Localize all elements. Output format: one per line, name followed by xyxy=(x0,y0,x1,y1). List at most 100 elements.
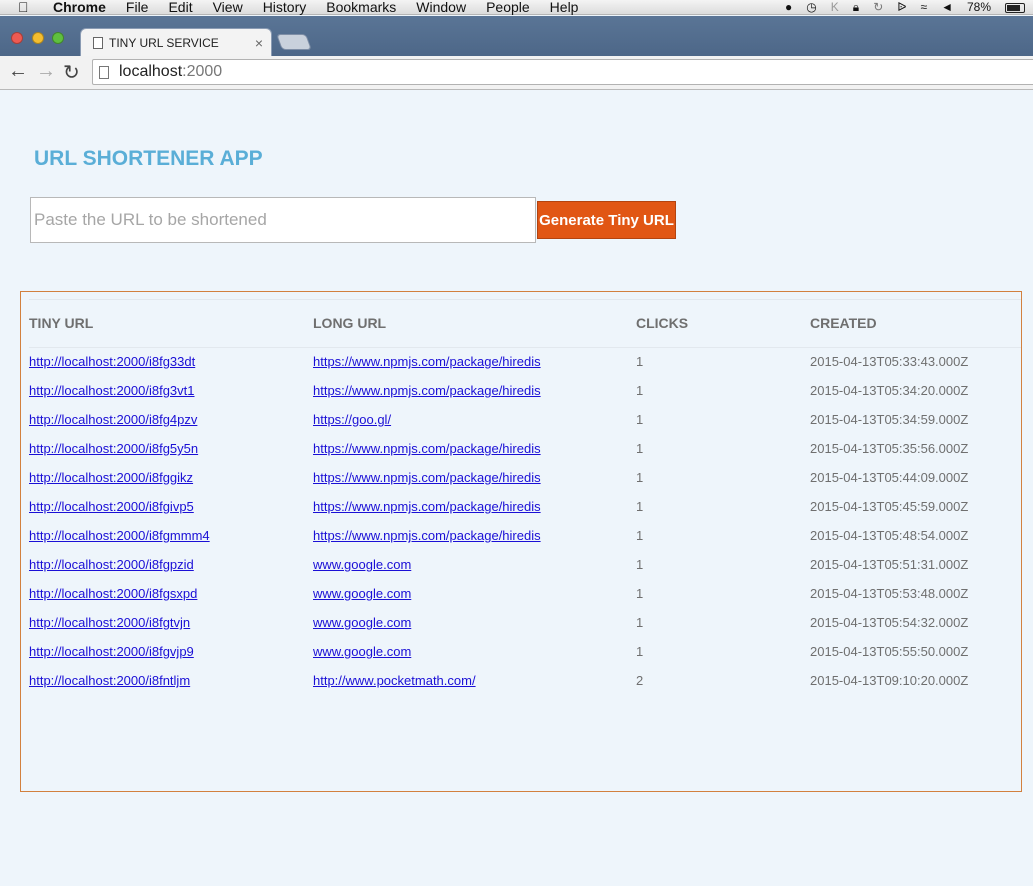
tiny-url-link[interactable]: http://localhost:2000/i8fgpzid xyxy=(29,557,194,572)
tiny-url-cell: http://localhost:2000/i8fgtvjn xyxy=(29,615,190,631)
url-input[interactable] xyxy=(30,197,536,243)
tiny-url-cell: http://localhost:2000/i8fg4pzv xyxy=(29,412,197,428)
tiny-url-cell: http://localhost:2000/i8fgmmm4 xyxy=(29,528,210,544)
created-cell: 2015-04-13T05:34:20.000Z xyxy=(810,383,969,398)
clicks-cell: 1 xyxy=(636,644,644,659)
clicks-cell: 1 xyxy=(636,412,644,427)
long-url-cell: https://www.npmjs.com/package/hiredis xyxy=(313,528,541,544)
long-url-link[interactable]: https://www.npmjs.com/package/hiredis xyxy=(313,383,541,398)
tiny-url-link[interactable]: http://localhost:2000/i8fgmmm4 xyxy=(29,528,210,543)
incognito-icon[interactable]: ● xyxy=(785,0,792,15)
tiny-url-cell: http://localhost:2000/i8fggikz xyxy=(29,470,193,486)
long-url-cell: https://www.npmjs.com/package/hiredis xyxy=(313,470,541,486)
volume-icon[interactable]: ◄ xyxy=(941,0,953,15)
address-bar[interactable]: localhost:2000 xyxy=(92,59,1033,85)
tiny-url-cell: http://localhost:2000/i8fgivp5 xyxy=(29,499,194,515)
page-title: URL SHORTENER APP xyxy=(34,147,263,170)
minimize-window-button[interactable] xyxy=(32,32,44,44)
long-url-cell: www.google.com xyxy=(313,615,411,631)
created-cell: 2015-04-13T05:33:43.000Z xyxy=(810,354,969,369)
menu-history[interactable]: History xyxy=(263,0,307,15)
url-port: :2000 xyxy=(182,63,223,80)
k-icon[interactable]: K xyxy=(831,0,839,15)
tiny-url-cell: http://localhost:2000/i8fgsxpd xyxy=(29,586,197,602)
tiny-url-link[interactable]: http://localhost:2000/i8fgvjp9 xyxy=(29,644,194,659)
long-url-link[interactable]: https://www.npmjs.com/package/hiredis xyxy=(313,528,541,543)
bluetooth-icon[interactable]: ᐉ xyxy=(897,0,906,15)
table-row: http://localhost:2000/i8fgtvjn www.google… xyxy=(21,615,1021,644)
tab-strip: TINY URL SERVICE × xyxy=(0,16,1033,57)
clicks-cell: 1 xyxy=(636,557,644,572)
tiny-url-cell: http://localhost:2000/i8fg3vt1 xyxy=(29,383,195,399)
generate-tiny-url-button[interactable]: Generate Tiny URL xyxy=(537,201,676,239)
tab-title: TINY URL SERVICE xyxy=(109,36,219,50)
browser-toolbar: ← → ↻ localhost:2000 xyxy=(0,56,1033,90)
tiny-url-link[interactable]: http://localhost:2000/i8fntljm xyxy=(29,673,190,688)
tiny-url-cell: http://localhost:2000/i8fntljm xyxy=(29,673,190,689)
clock-icon[interactable]: ◷ xyxy=(806,0,816,15)
new-tab-button[interactable] xyxy=(276,34,312,50)
tiny-url-link[interactable]: http://localhost:2000/i8fg3vt1 xyxy=(29,383,195,398)
menu-help[interactable]: Help xyxy=(550,0,579,15)
menu-bookmarks[interactable]: Bookmarks xyxy=(326,0,396,15)
time-machine-icon[interactable]: ↻ xyxy=(873,0,883,15)
tiny-url-link[interactable]: http://localhost:2000/i8fg33dt xyxy=(29,354,195,369)
long-url-link[interactable]: https://goo.gl/ xyxy=(313,412,391,427)
long-url-cell: https://goo.gl/ xyxy=(313,412,391,428)
long-url-link[interactable]: www.google.com xyxy=(313,557,411,572)
menu-view[interactable]: View xyxy=(213,0,243,15)
long-url-link[interactable]: www.google.com xyxy=(313,615,411,630)
long-url-cell: http://www.pocketmath.com/ xyxy=(313,673,476,689)
zoom-window-button[interactable] xyxy=(52,32,64,44)
battery-icon[interactable] xyxy=(1005,2,1025,13)
tiny-url-link[interactable]: http://localhost:2000/i8fg4pzv xyxy=(29,412,197,427)
menu-app-name[interactable]: Chrome xyxy=(53,0,106,15)
column-header-tiny-url: TINY URL xyxy=(29,315,94,331)
long-url-link[interactable]: https://www.npmjs.com/package/hiredis xyxy=(313,441,541,456)
long-url-link[interactable]: https://www.npmjs.com/package/hiredis xyxy=(313,354,541,369)
long-url-link[interactable]: https://www.npmjs.com/package/hiredis xyxy=(313,470,541,485)
menu-people[interactable]: People xyxy=(486,0,530,15)
apple-icon[interactable]:  xyxy=(18,0,38,15)
back-arrow-icon[interactable]: ← xyxy=(8,60,28,83)
tiny-url-link[interactable]: http://localhost:2000/i8fg5y5n xyxy=(29,441,198,456)
long-url-link[interactable]: www.google.com xyxy=(313,586,411,601)
forward-arrow-icon[interactable]: → xyxy=(36,60,56,83)
table-row: http://localhost:2000/i8fgivp5 https://ww… xyxy=(21,499,1021,528)
page-icon xyxy=(93,37,103,49)
clicks-cell: 1 xyxy=(636,441,644,456)
table-row: http://localhost:2000/i8fg33dt https://ww… xyxy=(21,354,1021,383)
tiny-url-link[interactable]: http://localhost:2000/i8fgtvjn xyxy=(29,615,190,630)
created-cell: 2015-04-13T05:53:48.000Z xyxy=(810,586,969,601)
clicks-cell: 1 xyxy=(636,499,644,514)
tiny-url-link[interactable]: http://localhost:2000/i8fgivp5 xyxy=(29,499,194,514)
long-url-link[interactable]: www.google.com xyxy=(313,644,411,659)
tiny-url-cell: http://localhost:2000/i8fg5y5n xyxy=(29,441,198,457)
long-url-cell: https://www.npmjs.com/package/hiredis xyxy=(313,499,541,515)
long-url-cell: www.google.com xyxy=(313,557,411,573)
long-url-cell: https://www.npmjs.com/package/hiredis xyxy=(313,354,541,370)
menu-file[interactable]: File xyxy=(126,0,149,15)
menu-edit[interactable]: Edit xyxy=(168,0,192,15)
menu-window[interactable]: Window xyxy=(416,0,466,15)
tiny-url-cell: http://localhost:2000/i8fg33dt xyxy=(29,354,195,370)
menu-bar:  Chrome File Edit View History Bookmark… xyxy=(0,0,1033,15)
table-row: http://localhost:2000/i8fggikz https://ww… xyxy=(21,470,1021,499)
tab-active[interactable]: TINY URL SERVICE × xyxy=(80,28,272,57)
tiny-url-link[interactable]: http://localhost:2000/i8fgsxpd xyxy=(29,586,197,601)
column-header-created: CREATED xyxy=(810,315,877,331)
lock-icon[interactable]: 🔒︎ xyxy=(853,0,859,15)
created-cell: 2015-04-13T05:34:59.000Z xyxy=(810,412,969,427)
long-url-link[interactable]: https://www.npmjs.com/package/hiredis xyxy=(313,499,541,514)
battery-percent[interactable]: 78% xyxy=(967,0,991,15)
wifi-icon[interactable]: ≈ xyxy=(920,0,927,15)
tiny-url-link[interactable]: http://localhost:2000/i8fggikz xyxy=(29,470,193,485)
created-cell: 2015-04-13T09:10:20.000Z xyxy=(810,673,969,688)
created-cell: 2015-04-13T05:54:32.000Z xyxy=(810,615,969,630)
long-url-link[interactable]: http://www.pocketmath.com/ xyxy=(313,673,476,688)
close-tab-icon[interactable]: × xyxy=(255,35,263,51)
close-window-button[interactable] xyxy=(11,32,23,44)
page-icon xyxy=(99,65,109,79)
long-url-cell: https://www.npmjs.com/package/hiredis xyxy=(313,441,541,457)
reload-icon[interactable]: ↻ xyxy=(63,60,80,85)
